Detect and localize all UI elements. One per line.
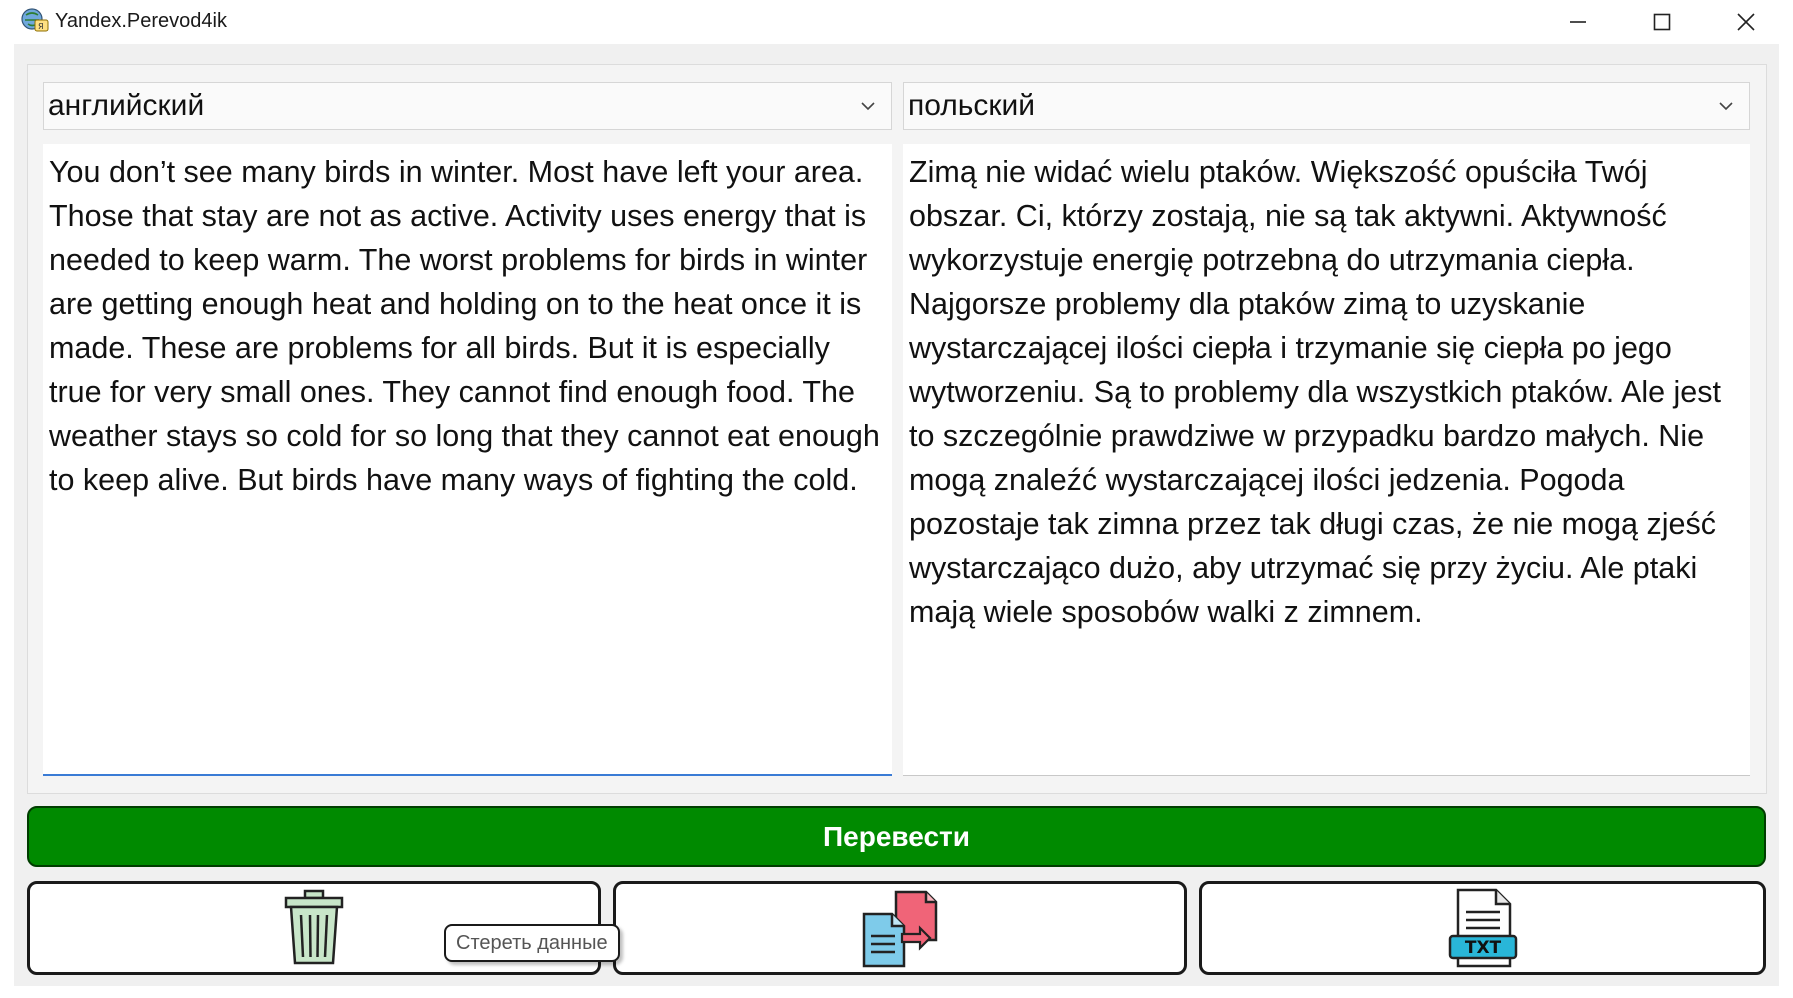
target-language-select[interactable]: польский (903, 82, 1750, 130)
maximize-button[interactable] (1622, 0, 1702, 44)
minimize-icon (1570, 21, 1586, 23)
clear-tooltip: Стереть данные (444, 924, 620, 962)
trash-icon (284, 889, 344, 965)
window-title: Yandex.Perevod4ik (55, 10, 227, 32)
txt-icon-label: TXT (1464, 938, 1501, 958)
chevron-down-icon (1719, 102, 1733, 111)
translator-app-icon: Я (21, 8, 49, 32)
source-language-value: английский (48, 89, 205, 122)
title-bar: Я Yandex.Perevod4ik (0, 0, 1793, 44)
target-language-value: польский (908, 89, 1036, 122)
swap-button[interactable] (613, 881, 1187, 975)
source-language-select[interactable]: английский (43, 82, 892, 130)
translated-text-output[interactable]: Zimą nie widać wielu ptaków. Większość o… (903, 144, 1750, 776)
close-button[interactable] (1706, 0, 1786, 44)
svg-text:Я: Я (38, 22, 44, 31)
minimize-button[interactable] (1538, 0, 1618, 44)
chevron-down-icon (861, 102, 875, 111)
txt-file-icon: TXT (1448, 888, 1517, 968)
source-text-input[interactable]: You don’t see many birds in winter. Most… (43, 144, 892, 776)
close-icon (1737, 13, 1755, 31)
maximize-icon (1653, 13, 1671, 31)
translate-button[interactable]: Перевести (27, 806, 1766, 867)
save-txt-button[interactable]: TXT (1199, 881, 1766, 975)
swap-documents-icon (862, 890, 938, 968)
